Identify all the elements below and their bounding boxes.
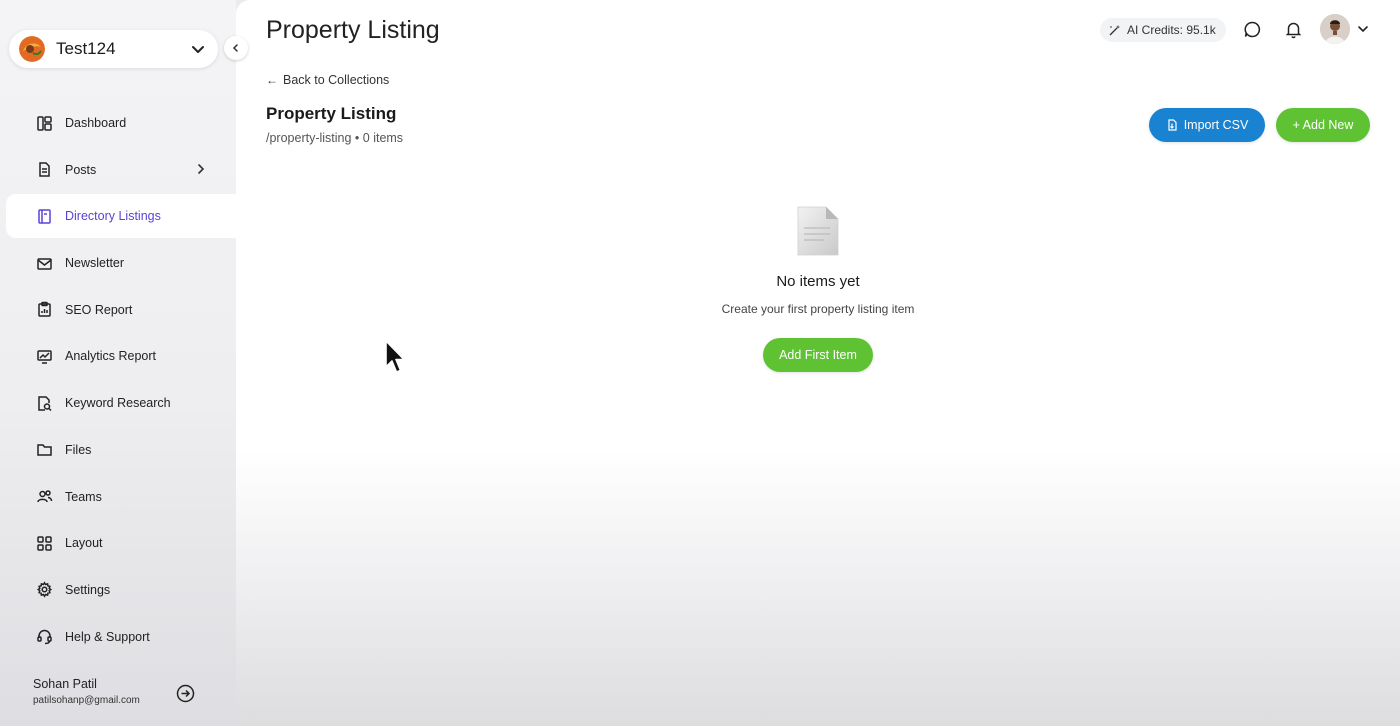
sidebar-item-label: Layout — [65, 536, 103, 551]
sidebar-item-label: SEO Report — [65, 302, 133, 317]
file-search-icon — [36, 395, 53, 412]
folder-icon — [36, 441, 53, 458]
add-new-button[interactable]: + Add New — [1276, 108, 1370, 142]
user-menu[interactable] — [1320, 14, 1370, 44]
import-csv-button[interactable]: Import CSV — [1149, 108, 1265, 142]
sidebar-item-seo-report[interactable]: SEO Report — [0, 288, 236, 332]
sidebar-item-newsletter[interactable]: Newsletter — [0, 241, 236, 285]
clipboard-chart-icon — [36, 301, 53, 318]
headset-icon — [36, 628, 53, 645]
monitor-chart-icon — [36, 348, 53, 365]
arrow-left-icon: ← — [266, 73, 278, 87]
sidebar-item-label: Dashboard — [65, 116, 127, 130]
add-first-item-button[interactable]: Add First Item — [763, 338, 873, 372]
sidebar-item-label: Files — [65, 442, 92, 457]
sidebar-item-label: Newsletter — [65, 256, 125, 271]
sidebar-item-label: Keyword Research — [65, 396, 171, 411]
sidebar-item-label: Posts — [65, 162, 97, 177]
sidebar-item-layout[interactable]: Layout — [0, 521, 236, 565]
sidebar-item-posts[interactable]: Posts — [0, 148, 236, 192]
users-icon — [36, 488, 53, 505]
bell-icon[interactable] — [1284, 20, 1303, 39]
chevron-left-icon — [232, 44, 238, 52]
gear-icon — [36, 581, 53, 598]
file-import-icon — [1168, 119, 1177, 131]
sidebar-item-teams[interactable]: Teams — [0, 475, 236, 519]
magic-wand-icon — [1109, 24, 1120, 35]
workspace-logo — [19, 36, 45, 62]
sidebar-item-help-support[interactable]: Help & Support — [0, 615, 236, 659]
chevron-down-icon — [1358, 26, 1368, 33]
chevron-right-icon — [198, 163, 205, 174]
collapse-sidebar-button[interactable] — [224, 36, 248, 60]
collection-meta: /property-listing • 0 items — [266, 131, 404, 145]
book-icon — [36, 208, 53, 225]
page-title: Property Listing — [266, 16, 440, 44]
sidebar: Test124 Dashboard Posts Directory Listin… — [0, 0, 244, 726]
back-link-label: Back to Collections — [283, 73, 390, 87]
sidebar-item-files[interactable]: Files — [0, 428, 236, 472]
workspace-name: Test124 — [56, 39, 116, 58]
collection-title: Property Listing — [266, 104, 397, 123]
sidebar-item-label: Settings — [65, 582, 111, 597]
back-to-collections-link[interactable]: ← Back to Collections — [266, 73, 389, 87]
ai-credits-badge[interactable]: AI Credits: 95.1k — [1100, 18, 1226, 42]
chat-icon[interactable] — [1243, 20, 1262, 39]
empty-document-icon — [797, 206, 839, 256]
mail-icon — [36, 255, 53, 272]
logout-icon[interactable] — [176, 684, 195, 703]
sidebar-item-analytics-report[interactable]: Analytics Report — [0, 334, 236, 378]
sidebar-item-settings[interactable]: Settings — [0, 568, 236, 612]
ai-credits-label: AI Credits: 95.1k — [1127, 23, 1216, 37]
sidebar-item-label: Directory Listings — [65, 209, 161, 224]
sidebar-item-directory-listings[interactable]: Directory Listings — [6, 194, 244, 239]
sidebar-item-dashboard[interactable]: Dashboard — [0, 101, 236, 145]
grid-icon — [36, 535, 53, 552]
sidebar-item-label: Help & Support — [65, 629, 150, 644]
sidebar-nav: Dashboard Posts Directory Listings Newsl… — [0, 101, 244, 661]
main-content: Property Listing AI Credits: 95.1k ← Bac… — [236, 0, 1400, 726]
empty-state-subtitle: Create your first property listing item — [721, 302, 915, 316]
avatar — [1320, 14, 1350, 44]
dashboard-icon — [36, 115, 53, 132]
sidebar-item-label: Teams — [65, 489, 102, 504]
chevron-down-icon — [192, 46, 204, 53]
document-icon — [36, 161, 53, 178]
sidebar-item-label: Analytics Report — [65, 349, 157, 364]
sidebar-item-keyword-research[interactable]: Keyword Research — [0, 381, 236, 425]
workspace-switcher[interactable]: Test124 — [9, 30, 218, 68]
empty-state-title: No items yet — [776, 273, 860, 290]
import-csv-label: Import CSV — [1183, 118, 1249, 132]
